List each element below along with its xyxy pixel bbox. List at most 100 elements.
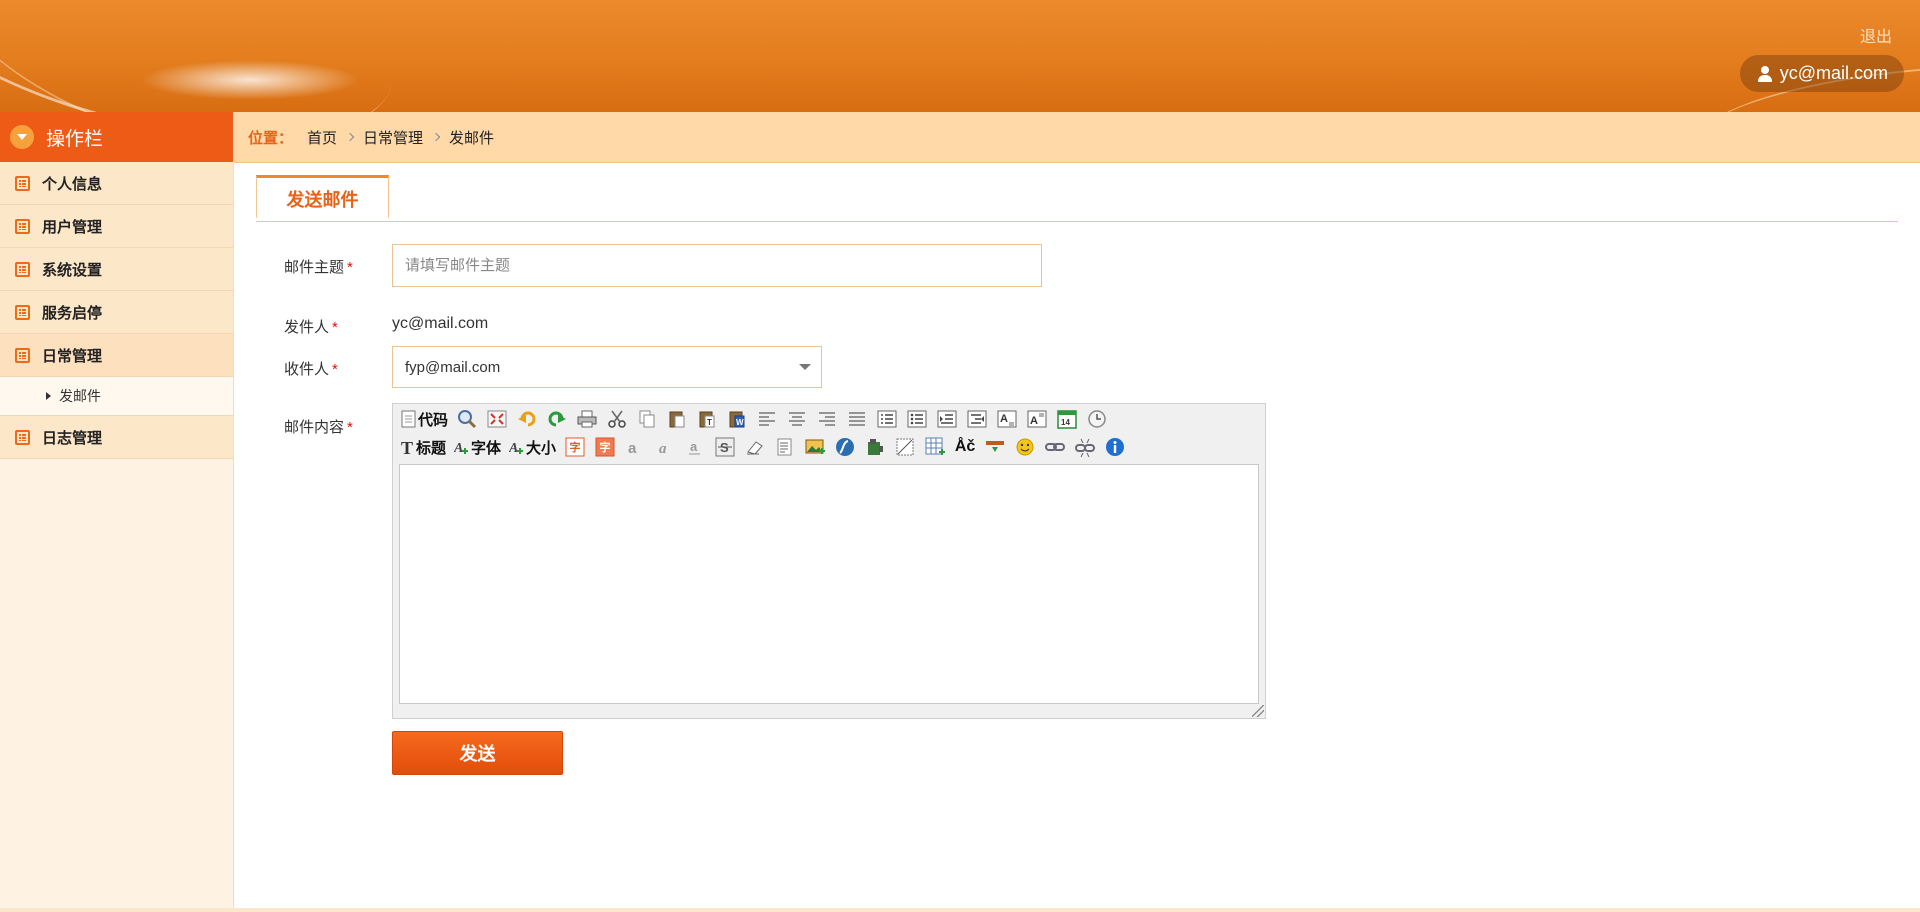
- subscript-button[interactable]: A: [996, 408, 1018, 430]
- align-left-button[interactable]: [756, 408, 778, 430]
- image-button[interactable]: [804, 436, 826, 458]
- chevron-down-icon: [799, 364, 811, 370]
- user-email: yc@mail.com: [1779, 63, 1888, 83]
- font-icon: A: [454, 441, 469, 456]
- superscript-button[interactable]: A: [1026, 408, 1048, 430]
- recipient-select[interactable]: fyp@mail.com: [392, 346, 822, 388]
- font-color-label: 字: [569, 442, 581, 454]
- svg-text:W: W: [736, 418, 744, 427]
- source-code-label: 代码: [418, 411, 449, 429]
- bold-button[interactable]: a: [624, 436, 646, 458]
- user-badge[interactable]: yc@mail.com: [1739, 55, 1904, 92]
- recipient-value: fyp@mail.com: [405, 358, 501, 376]
- font-color-button[interactable]: 字: [564, 436, 586, 458]
- background-color-button[interactable]: 字: [594, 436, 616, 458]
- sidebar-item-profile[interactable]: 个人信息: [0, 162, 233, 205]
- paste-word-button[interactable]: W: [726, 408, 748, 430]
- sidebar-header[interactable]: 操作栏: [0, 112, 233, 162]
- unordered-list-button[interactable]: [906, 408, 928, 430]
- table-insert-button[interactable]: [894, 436, 916, 458]
- align-center-button[interactable]: [786, 408, 808, 430]
- flash-icon: [836, 438, 855, 456]
- sidebar-item-logs[interactable]: 日志管理: [0, 416, 233, 459]
- tab-strip: 发送邮件: [256, 175, 1898, 222]
- required-mark: *: [347, 419, 353, 436]
- tab-send-mail[interactable]: 发送邮件: [256, 175, 389, 219]
- indent-button[interactable]: [936, 408, 958, 430]
- cut-button[interactable]: [606, 408, 628, 430]
- sidebar-item-label: 日常管理: [42, 347, 103, 365]
- subject-input[interactable]: [392, 244, 1042, 287]
- paste-word-icon: W: [729, 411, 745, 428]
- align-right-button[interactable]: [816, 408, 838, 430]
- unlink-button[interactable]: [1074, 436, 1096, 458]
- paste-icon: [669, 411, 685, 428]
- editor-content-area[interactable]: [399, 464, 1259, 704]
- date-button[interactable]: 14: [1056, 408, 1078, 430]
- italic-button[interactable]: a: [654, 436, 676, 458]
- undo-button[interactable]: [516, 408, 538, 430]
- magnifier-icon: [458, 410, 477, 429]
- sidebar-item-label: 个人信息: [42, 175, 103, 193]
- source-code-button[interactable]: 代码: [401, 408, 448, 430]
- select-all-button[interactable]: [774, 436, 796, 458]
- resize-handle[interactable]: [1252, 705, 1264, 717]
- bold-icon: a: [628, 440, 637, 456]
- recipient-label-text: 收件人: [284, 361, 330, 378]
- remove-format-button[interactable]: [744, 436, 766, 458]
- link-icon: [1045, 443, 1066, 451]
- logout-link[interactable]: 退出: [1860, 23, 1892, 47]
- svg-text:T: T: [707, 418, 712, 427]
- align-justify-button[interactable]: [846, 408, 868, 430]
- link-button[interactable]: [1044, 436, 1066, 458]
- editor-toolbar-row-1: 代码 T W A A 14: [401, 407, 1116, 431]
- horizontal-rule-button[interactable]: [984, 436, 1006, 458]
- select-all-icon: [777, 438, 792, 456]
- time-button[interactable]: [1086, 408, 1108, 430]
- chevron-right-icon: [431, 132, 441, 142]
- about-button[interactable]: [1104, 436, 1126, 458]
- flash-button[interactable]: [834, 436, 856, 458]
- heading-button[interactable]: T 标题: [401, 436, 446, 458]
- ordered-list-button[interactable]: [876, 408, 898, 430]
- redo-button[interactable]: [546, 408, 568, 430]
- underline-button[interactable]: a: [684, 436, 706, 458]
- emoticon-button[interactable]: [1014, 436, 1036, 458]
- media-button[interactable]: [864, 436, 886, 458]
- svg-text:T: T: [401, 438, 413, 456]
- breadcrumb-home[interactable]: 首页: [307, 127, 337, 148]
- chevron-down-icon[interactable]: [10, 125, 34, 149]
- sidebar-item-services[interactable]: 服务启停: [0, 291, 233, 334]
- list-icon: [15, 429, 30, 445]
- fullscreen-button[interactable]: [486, 408, 508, 430]
- sidebar-item-daily[interactable]: 日常管理: [0, 334, 233, 377]
- underline-icon: a: [689, 439, 701, 455]
- sidebar-subitem-send-mail[interactable]: 发邮件: [0, 377, 233, 416]
- copy-icon: [639, 410, 655, 428]
- paste-text-button[interactable]: T: [696, 408, 718, 430]
- background-color-label: 字: [599, 442, 611, 454]
- strikethrough-button[interactable]: S: [714, 436, 736, 458]
- heading-label: 标题: [416, 439, 447, 457]
- list-icon: [15, 218, 30, 234]
- breadcrumb-prefix: 位置：: [248, 129, 294, 147]
- content-label-text: 邮件内容: [284, 419, 345, 436]
- font-family-button[interactable]: A 字体: [454, 436, 501, 458]
- table-button[interactable]: [924, 436, 946, 458]
- preview-button[interactable]: [456, 408, 478, 430]
- ordered-list-icon: [877, 410, 897, 428]
- outdent-button[interactable]: [966, 408, 988, 430]
- copy-button[interactable]: [636, 408, 658, 430]
- paste-button[interactable]: [666, 408, 688, 430]
- outdent-icon: [967, 410, 987, 428]
- print-button[interactable]: [576, 408, 598, 430]
- font-size-button[interactable]: A 大小: [509, 436, 556, 458]
- sidebar-item-settings[interactable]: 系统设置: [0, 248, 233, 291]
- sender-label: 发件人 *: [284, 316, 338, 337]
- required-mark: *: [332, 319, 338, 336]
- sidebar-item-users[interactable]: 用户管理: [0, 205, 233, 248]
- sidebar-item-label: 服务启停: [42, 304, 103, 322]
- send-button[interactable]: 发送: [392, 731, 563, 775]
- breadcrumb-daily[interactable]: 日常管理: [363, 127, 423, 148]
- special-char-button[interactable]: Åč: [954, 436, 976, 458]
